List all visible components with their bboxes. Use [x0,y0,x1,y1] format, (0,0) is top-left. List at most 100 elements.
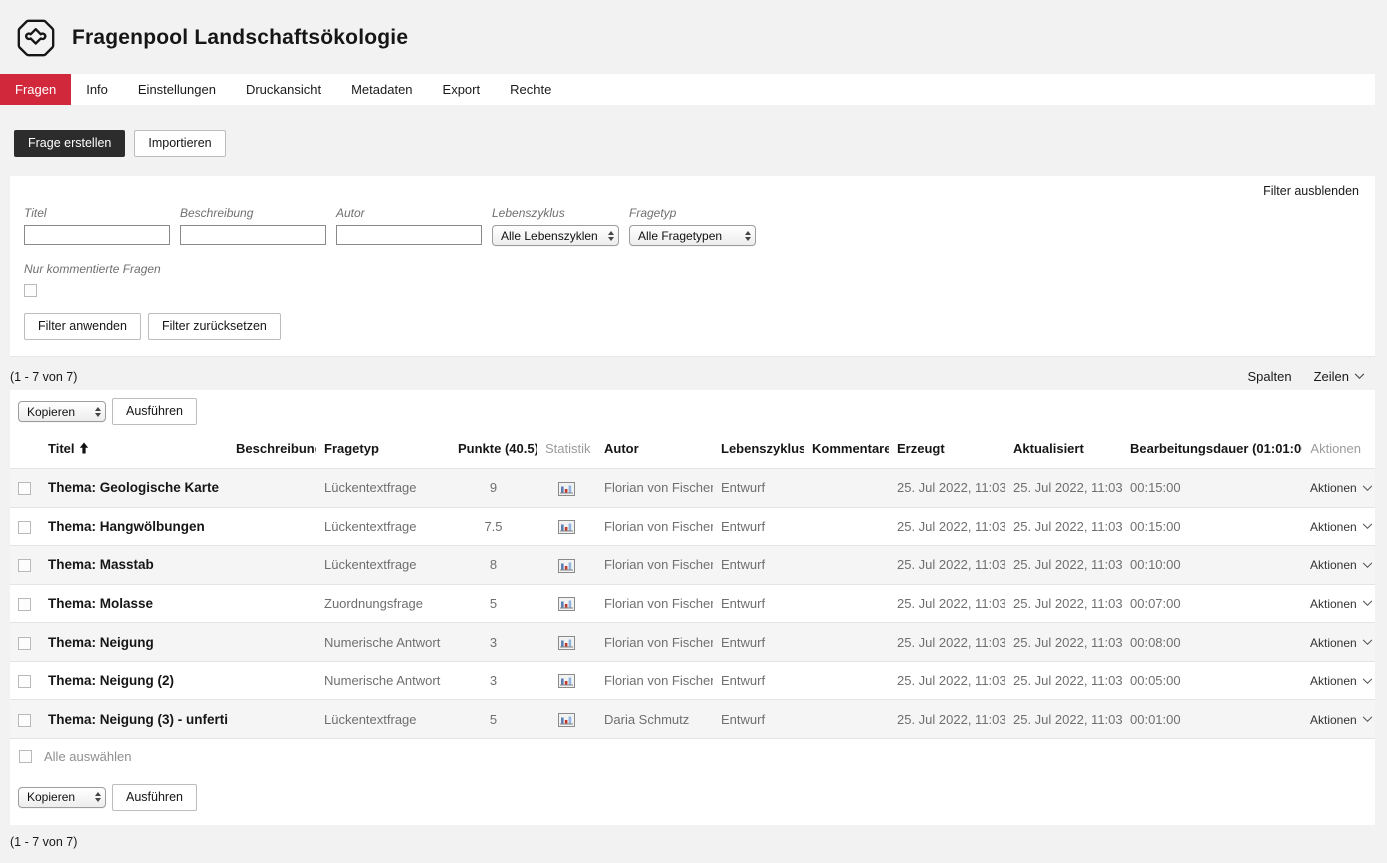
question-type: Lückentextfrage [316,507,450,546]
row-actions-dropdown[interactable]: Aktionen [1310,520,1373,534]
column-header-lifecycle[interactable]: Lebenszyklus [713,429,804,469]
title-filter-input[interactable] [24,225,170,245]
tab-bar: Fragen Info Einstellungen Druckansicht M… [0,74,1375,105]
column-header-title[interactable]: Titel [40,429,228,469]
tab-rechte[interactable]: Rechte [495,74,566,105]
row-checkbox[interactable] [18,598,31,611]
tab-metadaten[interactable]: Metadaten [336,74,427,105]
row-checkbox[interactable] [18,637,31,650]
question-lifecycle: Entwurf [713,507,804,546]
lifecycle-filter-select[interactable]: Alle Lebenszyklen [492,225,619,246]
question-title[interactable]: Thema: Neigung [40,623,228,662]
question-author: Florian von Fischer [596,546,713,585]
chevron-down-icon [1362,523,1373,530]
question-title[interactable]: Thema: Masstab [40,546,228,585]
question-author: Florian von Fischer [596,469,713,508]
column-header-duration[interactable]: Bearbeitungsdauer (01:01:00) [1122,429,1302,469]
select-all-row: Alle auswählen [10,738,1375,774]
question-statistics-cell [537,623,596,662]
table-row: Thema: Molasse Zuordnungsfrage 5 Florian… [10,584,1375,623]
question-comments [804,700,889,738]
question-updated: 25. Jul 2022, 11:03 [1005,661,1122,700]
row-actions-dropdown[interactable]: Aktionen [1310,597,1373,611]
questiontype-filter-value: Alle Fragetypen [638,229,722,243]
column-header-author[interactable]: Autor [596,429,713,469]
question-description [228,584,316,623]
column-header-updated[interactable]: Aktualisiert [1005,429,1122,469]
description-filter-input[interactable] [180,225,326,245]
apply-filter-button[interactable]: Filter anwenden [24,313,141,340]
statistics-chart-icon[interactable] [558,674,575,688]
select-arrows-icon [745,231,751,241]
rows-selector[interactable]: Zeilen [1314,369,1365,384]
question-created: 25. Jul 2022, 11:03 [889,700,1005,738]
column-header-description[interactable]: Beschreibung [228,429,316,469]
question-created: 25. Jul 2022, 11:03 [889,507,1005,546]
filter-field-questiontype: Fragetyp Alle Fragetypen [629,206,756,246]
question-title[interactable]: Thema: Neigung (2) [40,661,228,700]
question-title[interactable]: Thema: Neigung (3) - unfertig [40,700,228,738]
question-created: 25. Jul 2022, 11:03 [889,661,1005,700]
tab-export[interactable]: Export [428,74,496,105]
row-actions-dropdown[interactable]: Aktionen [1310,481,1373,495]
column-header-comments[interactable]: Kommentare [804,429,889,469]
filter-field-title: Titel [24,206,170,245]
select-all-label: Alle auswählen [44,749,131,764]
statistics-chart-icon[interactable] [558,636,575,650]
filter-field-commented: Nur kommentierte Fragen [24,262,1361,297]
bulk-action-select-bottom[interactable]: Kopieren [18,787,106,808]
import-button[interactable]: Importieren [134,130,225,157]
question-description [228,546,316,585]
question-title[interactable]: Thema: Geologische Karte [40,469,228,508]
tab-info[interactable]: Info [71,74,123,105]
tab-einstellungen[interactable]: Einstellungen [123,74,231,105]
execute-button-bottom[interactable]: Ausführen [112,784,197,811]
columns-selector[interactable]: Spalten [1247,369,1291,384]
question-comments [804,623,889,662]
author-filter-input[interactable] [336,225,482,245]
row-checkbox[interactable] [18,675,31,688]
question-points: 5 [450,584,537,623]
bulk-action-select-top[interactable]: Kopieren [18,401,106,422]
select-all-checkbox[interactable] [19,750,32,763]
row-actions-dropdown[interactable]: Aktionen [1310,713,1373,727]
result-range-bottom: (1 - 7 von 7) [10,835,1387,863]
row-checkbox[interactable] [18,559,31,572]
create-question-button[interactable]: Frage erstellen [14,130,125,157]
column-header-type[interactable]: Fragetyp [316,429,450,469]
statistics-chart-icon[interactable] [558,559,575,573]
filter-actions: Filter anwenden Filter zurücksetzen [24,313,1361,340]
commented-filter-checkbox[interactable] [24,284,37,297]
question-points: 3 [450,623,537,662]
statistics-chart-icon[interactable] [558,520,575,534]
statistics-chart-icon[interactable] [558,597,575,611]
question-type: Numerische Antwort [316,623,450,662]
execute-button-top[interactable]: Ausführen [112,398,197,425]
row-checkbox[interactable] [18,714,31,727]
question-title[interactable]: Thema: Hangwölbungen [40,507,228,546]
column-header-points[interactable]: Punkte (40.5) [450,429,537,469]
reset-filter-button[interactable]: Filter zurücksetzen [148,313,281,340]
page-title: Fragenpool Landschaftsökologie [72,26,408,50]
tab-druckansicht[interactable]: Druckansicht [231,74,336,105]
statistics-chart-icon[interactable] [558,713,575,727]
bulk-action-bar-bottom: Kopieren Ausführen [10,774,1375,815]
questiontype-filter-select[interactable]: Alle Fragetypen [629,225,756,246]
filter-panel: Filter ausblenden Titel Beschreibung Aut… [10,176,1375,357]
row-checkbox[interactable] [18,482,31,495]
row-actions-dropdown[interactable]: Aktionen [1310,558,1373,572]
question-title[interactable]: Thema: Molasse [40,584,228,623]
tab-fragen[interactable]: Fragen [0,74,71,105]
row-actions-dropdown[interactable]: Aktionen [1310,636,1373,650]
table-row: Thema: Neigung Numerische Antwort 3 Flor… [10,623,1375,662]
question-statistics-cell [537,469,596,508]
row-actions-dropdown[interactable]: Aktionen [1310,674,1373,688]
result-range-top: (1 - 7 von 7) [10,370,77,384]
row-checkbox[interactable] [18,521,31,534]
commented-filter-label: Nur kommentierte Fragen [24,262,1361,276]
statistics-chart-icon[interactable] [558,482,575,496]
column-header-statistics: Statistik [537,429,596,469]
hide-filter-link[interactable]: Filter ausblenden [1263,184,1359,198]
sort-ascending-icon [79,442,89,454]
column-header-created[interactable]: Erzeugt [889,429,1005,469]
